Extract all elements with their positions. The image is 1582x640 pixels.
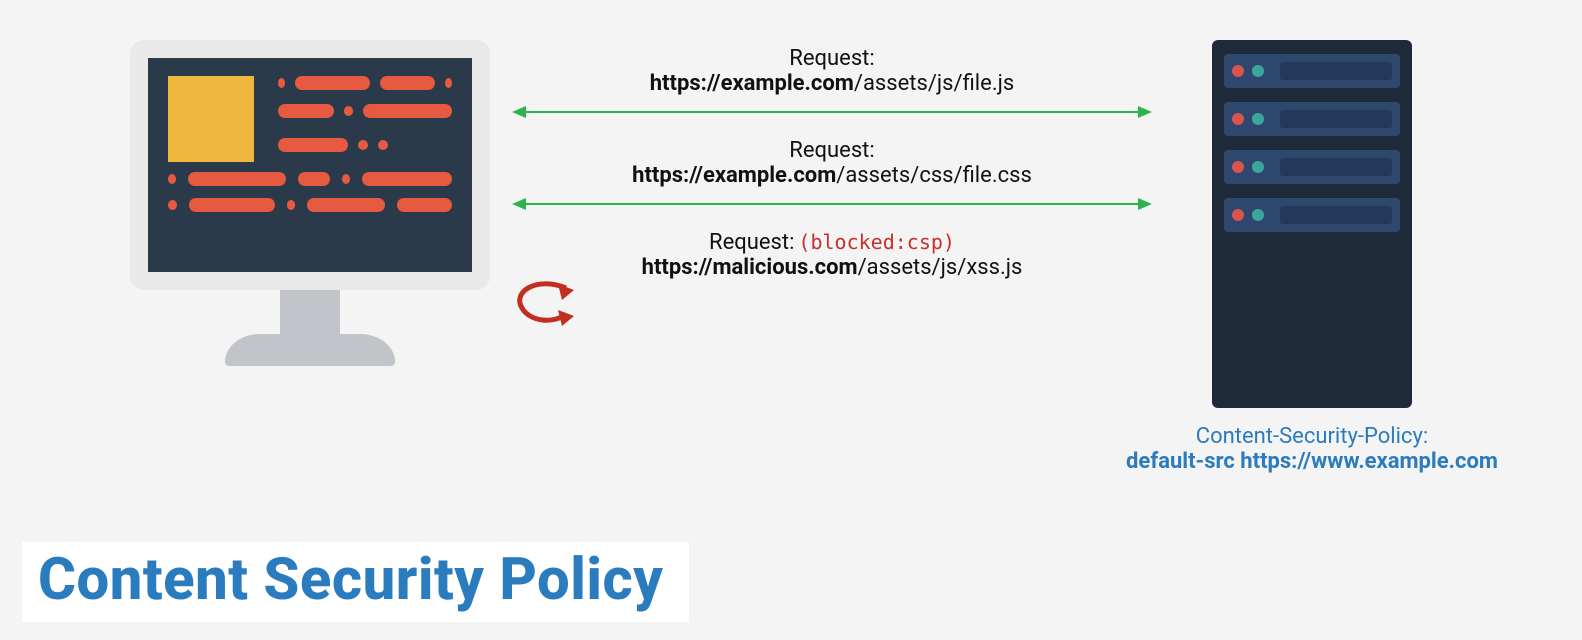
bidirectional-arrow-icon	[512, 192, 1152, 216]
monitor-stand-neck	[280, 290, 340, 336]
request-path: /assets/js/file.js	[854, 71, 1014, 96]
request-label: Request:	[512, 138, 1152, 163]
code-line	[168, 166, 452, 186]
server-caption: Content-Security-Policy: default-src htt…	[1102, 424, 1522, 474]
request-label: Request:	[512, 46, 1152, 71]
code-line	[278, 104, 452, 118]
csp-header-value: default-src https://www.example.com	[1102, 449, 1522, 474]
request-domain: https://example.com	[650, 71, 854, 96]
request-url: https://malicious.com/assets/js/xss.js	[512, 255, 1152, 280]
server-drive	[1224, 198, 1400, 232]
request-domain: https://malicious.com	[642, 255, 858, 280]
code-line	[278, 76, 452, 90]
loopback-arrow-icon	[508, 278, 578, 334]
request-path: /assets/js/xss.js	[858, 255, 1023, 280]
client-monitor-icon	[130, 40, 490, 366]
code-line	[278, 138, 452, 152]
page-title: Content Security Policy	[22, 542, 689, 622]
request-domain: https://example.com	[632, 163, 836, 188]
request-row: Request:(blocked:csp) https://malicious.…	[512, 230, 1152, 280]
request-label-text: Request:	[709, 230, 794, 255]
csp-header-name: Content-Security-Policy:	[1102, 424, 1522, 449]
request-path: /assets/css/file.css	[836, 163, 1032, 188]
request-url: https://example.com/assets/css/file.css	[512, 163, 1152, 188]
code-line	[168, 198, 452, 212]
server-icon	[1212, 40, 1412, 408]
requests-column: Request: https://example.com/assets/js/f…	[512, 46, 1152, 284]
request-row: Request: https://example.com/assets/js/f…	[512, 46, 1152, 96]
request-label: Request:(blocked:csp)	[512, 230, 1152, 255]
bidirectional-arrow-icon	[512, 100, 1152, 124]
monitor-stand-base	[225, 334, 395, 366]
server-drive	[1224, 150, 1400, 184]
image-placeholder-icon	[168, 76, 254, 162]
server-drive	[1224, 102, 1400, 136]
request-url: https://example.com/assets/js/file.js	[512, 71, 1152, 96]
monitor-screen	[130, 40, 490, 290]
server-drive	[1224, 54, 1400, 88]
blocked-tag: (blocked:csp)	[798, 230, 955, 254]
request-row: Request: https://example.com/assets/css/…	[512, 138, 1152, 188]
